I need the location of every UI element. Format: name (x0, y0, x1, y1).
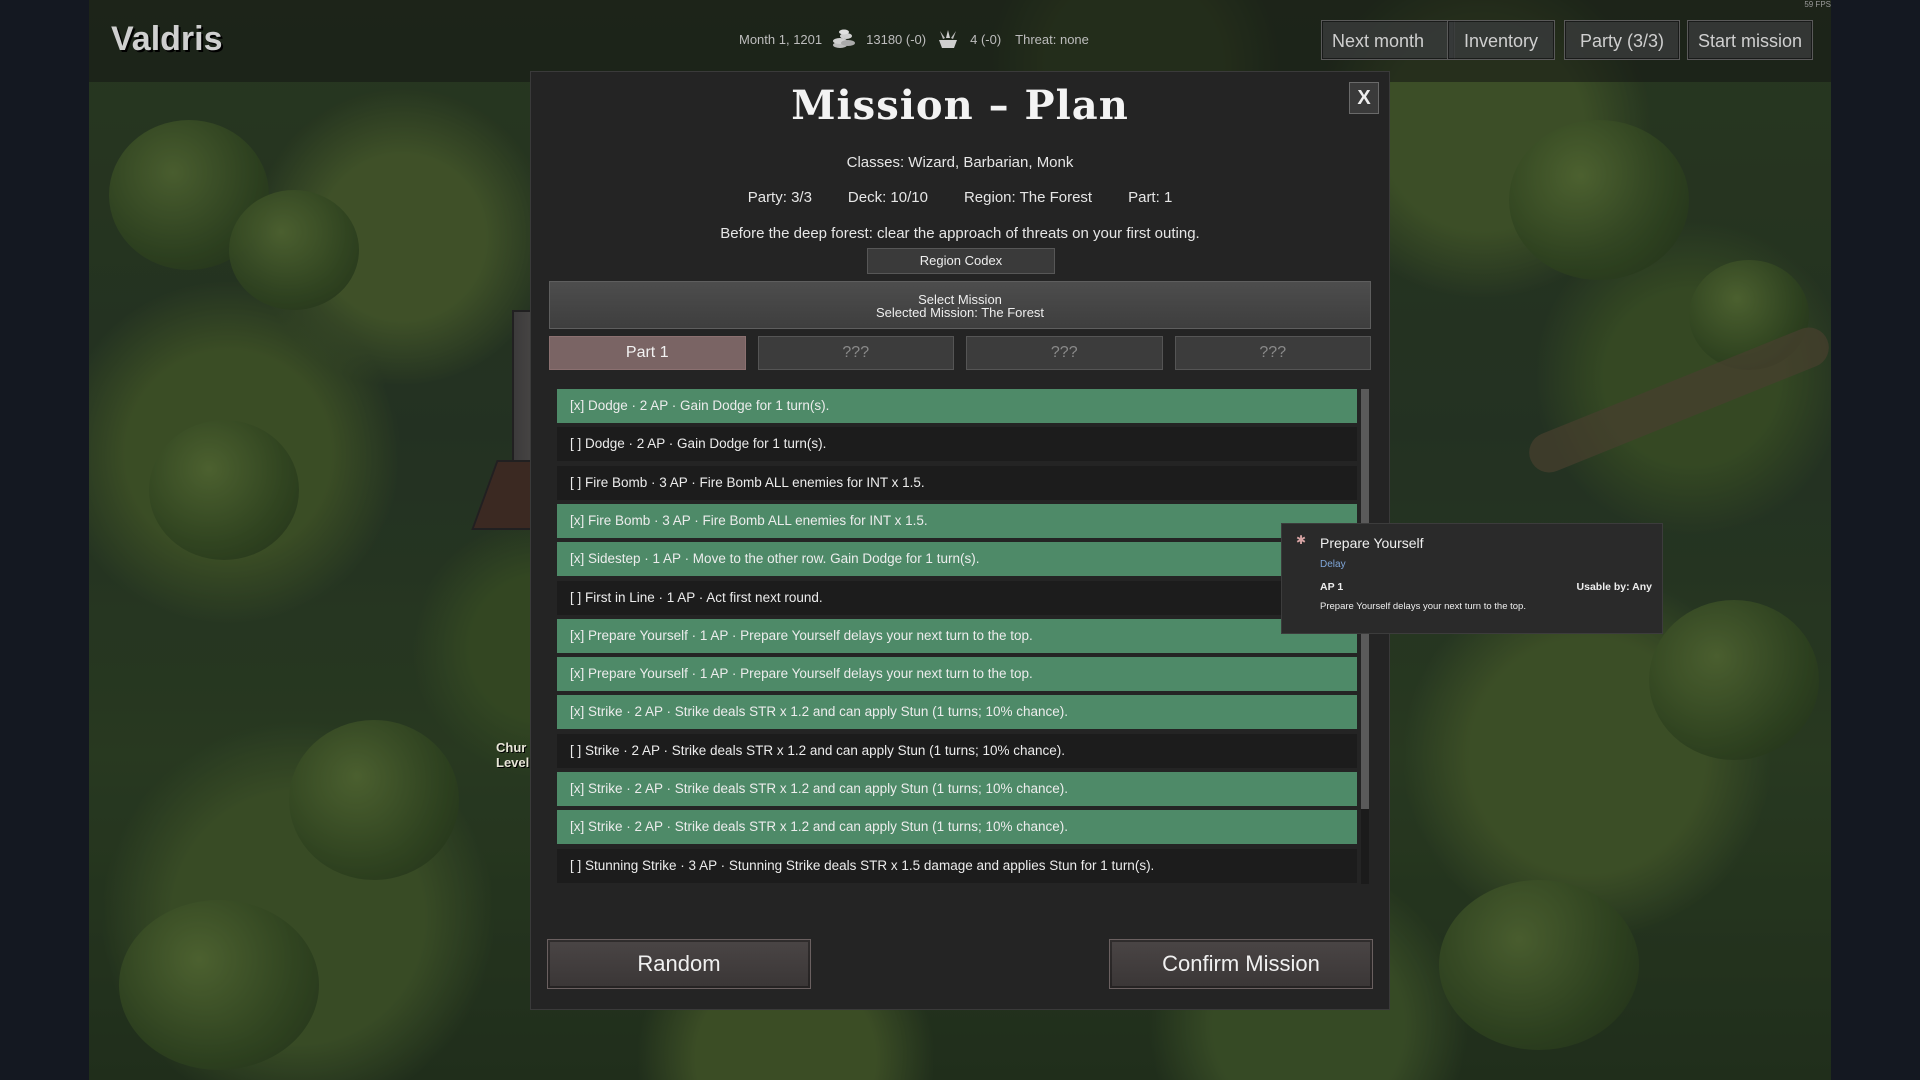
card-row[interactable]: [x] Fire Bomb · 3 AP · Fire Bomb ALL ene… (557, 504, 1357, 538)
tree (289, 720, 459, 880)
select-mission-button[interactable]: Select Mission Selected Mission: The For… (549, 281, 1371, 329)
tooltip-ap-cost: AP 1 (1320, 581, 1344, 593)
card-tooltip: ✱ Prepare Yourself Delay AP 1 Usable by:… (1281, 523, 1663, 634)
dirt-path (1523, 321, 1831, 479)
tooltip-card-tag: Delay (1320, 559, 1346, 570)
dialog-title: Mission – Plan (791, 82, 1129, 129)
close-button[interactable]: X (1349, 82, 1379, 114)
threat-display: Threat: none (1015, 31, 1089, 47)
party-button[interactable]: Party (3/3) (1564, 20, 1680, 60)
church-level: Level (496, 755, 530, 770)
card-row[interactable]: [ ] Fire Bomb · 3 AP · Fire Bomb ALL ene… (557, 466, 1357, 500)
status-bar: Month 1, 1201 13180 (-0) 4 (-0) Threat: … (739, 28, 1089, 50)
church-label: Chur Level (496, 740, 529, 770)
tree (1649, 600, 1819, 760)
random-button[interactable]: Random (547, 939, 811, 989)
tree (1439, 880, 1639, 1050)
gold-value: 13180 (-0) (866, 31, 927, 47)
top-hud: Valdris Month 1, 1201 13180 (-0) 4 (-0) … (89, 0, 1831, 82)
tree (1509, 120, 1689, 280)
tree (109, 120, 269, 270)
fps-counter: 59 FPS (1804, 0, 1831, 9)
supplies-icon (939, 30, 958, 48)
card-row[interactable]: [x] Prepare Yourself · 1 AP · Prepare Yo… (557, 619, 1357, 653)
gold-coins-icon (833, 29, 856, 48)
party-count: Party: 3/3 (747, 189, 812, 206)
card-row[interactable]: [ ] First in Line · 1 AP · Act first nex… (557, 581, 1357, 615)
mission-info-row: Party: 3/3 Deck: 10/10 Region: The Fores… (531, 189, 1389, 206)
part-number: Part: 1 (1128, 189, 1173, 206)
inventory-button[interactable]: Inventory (1447, 20, 1555, 60)
card-row[interactable]: [x] Sidestep · 1 AP · Move to the other … (557, 542, 1357, 576)
supplies-value: 4 (-0) (970, 31, 1002, 47)
date-display: Month 1, 1201 (739, 31, 823, 47)
tooltip-usable-by: Usable by: Any (1576, 581, 1652, 593)
tree (119, 900, 319, 1070)
tree (1689, 260, 1809, 370)
start-mission-button[interactable]: Start mission (1687, 20, 1813, 60)
card-row[interactable]: [x] Strike · 2 AP · Strike deals STR x 1… (557, 772, 1357, 806)
card-row[interactable]: [ ] Dodge · 2 AP · Gain Dodge for 1 turn… (557, 427, 1357, 461)
tree (149, 420, 299, 560)
confirm-mission-button[interactable]: Confirm Mission (1109, 939, 1373, 989)
church-name: Chur (496, 740, 527, 755)
part-tab[interactable]: ??? (966, 336, 1163, 370)
tooltip-card-name: Prepare Yourself (1320, 535, 1424, 551)
card-list[interactable]: [x] Dodge · 2 AP · Gain Dodge for 1 turn… (557, 389, 1357, 884)
card-row[interactable]: [x] Dodge · 2 AP · Gain Dodge for 1 turn… (557, 389, 1357, 423)
classes-line: Classes: Wizard, Barbarian, Monk (846, 154, 1074, 171)
card-row[interactable]: [x] Strike · 2 AP · Strike deals STR x 1… (557, 695, 1357, 729)
part-tabs: Part 1????????? (549, 336, 1371, 370)
part-tab[interactable]: Part 1 (549, 336, 746, 370)
next-month-button[interactable]: Next month (1321, 20, 1455, 60)
mission-description: Before the deep forest: clear the approa… (720, 225, 1200, 242)
tree (229, 190, 359, 310)
region-name: Region: The Forest (963, 189, 1093, 206)
card-type-icon: ✱ (1296, 533, 1307, 547)
tooltip-description: Prepare Yourself delays your next turn t… (1320, 601, 1526, 612)
mission-plan-dialog: Mission – Plan X Classes: Wizard, Barbar… (530, 71, 1390, 1010)
card-row[interactable]: [ ] Stunning Strike · 3 AP · Stunning St… (557, 849, 1357, 883)
region-codex-button[interactable]: Region Codex (867, 248, 1055, 274)
card-row[interactable]: [x] Prepare Yourself · 1 AP · Prepare Yo… (557, 657, 1357, 691)
card-row[interactable]: [ ] Strike · 2 AP · Strike deals STR x 1… (557, 734, 1357, 768)
game-title: Valdris (111, 20, 223, 58)
part-tab[interactable]: ??? (1174, 336, 1371, 370)
deck-count: Deck: 10/10 (847, 189, 928, 206)
part-tab[interactable]: ??? (757, 336, 954, 370)
card-row[interactable]: [x] Strike · 2 AP · Strike deals STR x 1… (557, 810, 1357, 844)
selected-mission-label: Selected Mission: The Forest (875, 305, 1045, 320)
